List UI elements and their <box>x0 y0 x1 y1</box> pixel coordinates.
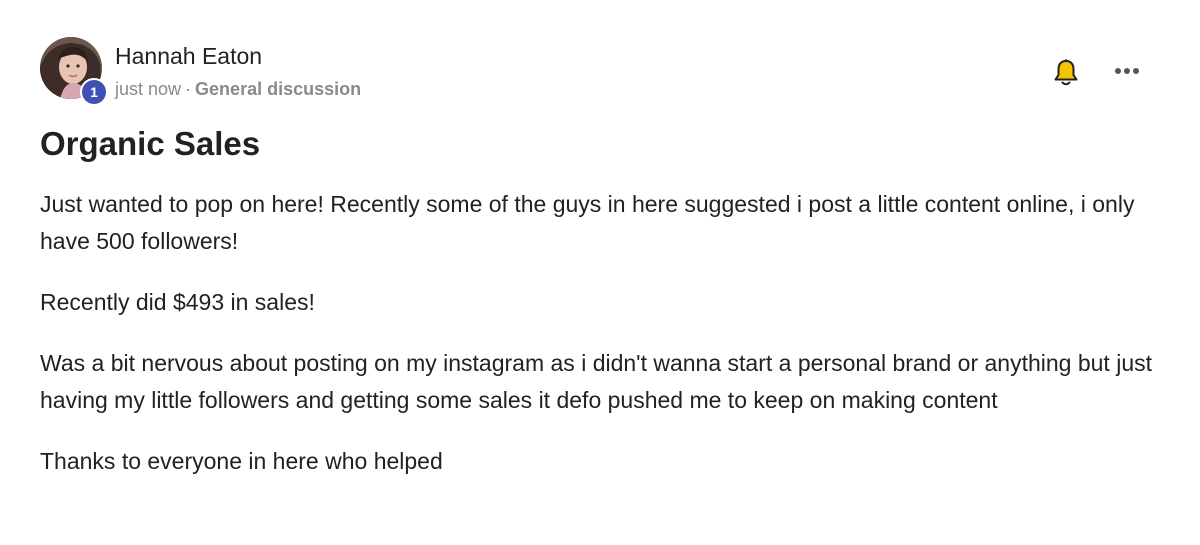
post-meta: just now · General discussion <box>115 79 361 100</box>
post-category[interactable]: General discussion <box>195 79 361 99</box>
post-time: just now <box>115 79 182 99</box>
more-options-icon[interactable] <box>1113 64 1143 78</box>
level-badge: 1 <box>80 78 108 106</box>
meta-separator: · <box>185 79 192 99</box>
post-paragraph: Thanks to everyone in here who helped <box>40 448 443 474</box>
author-avatar-wrap[interactable]: 1 <box>40 37 108 106</box>
post-header: 1 Hannah Eaton just now · General discussi… <box>40 37 1160 106</box>
post-paragraph: Recently did $493 in sales! <box>40 289 315 315</box>
post-paragraph: Was a bit nervous about posting on my in… <box>40 350 1152 413</box>
bell-icon[interactable] <box>1052 58 1080 88</box>
post-body: Just wanted to pop on here! Recently som… <box>40 186 1165 504</box>
post-card: 1 Hannah Eaton just now · General discussi… <box>0 0 1200 545</box>
post-paragraph: Just wanted to pop on here! Recently som… <box>40 191 1135 254</box>
author-name[interactable]: Hannah Eaton <box>115 43 262 70</box>
post-title: Organic Sales <box>40 125 261 162</box>
